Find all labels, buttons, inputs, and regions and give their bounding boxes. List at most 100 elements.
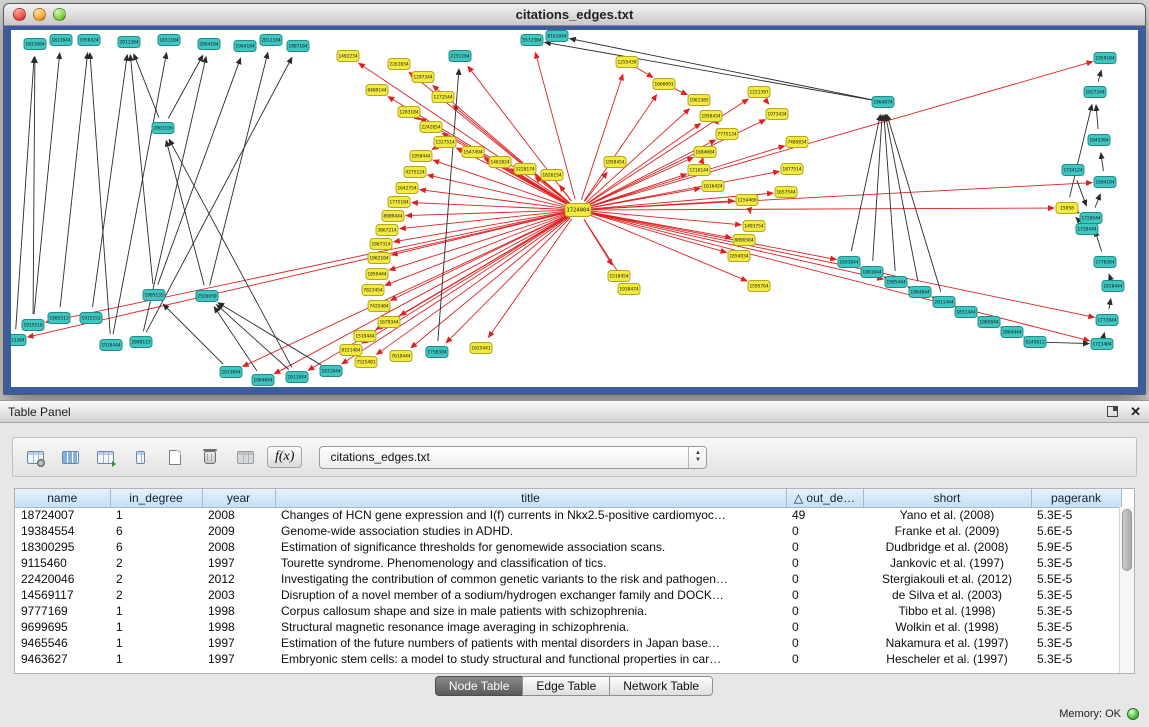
column-header-name[interactable]: name <box>15 489 110 507</box>
graph-node[interactable]: 1964844 <box>909 287 931 298</box>
graph-node[interactable]: 1297344 <box>412 72 434 83</box>
graph-node[interactable]: 1964874 <box>872 97 894 108</box>
graph-node[interactable]: 1958444 <box>410 151 432 162</box>
table-row[interactable]: 911546021997Tourette syndrome. Phenomeno… <box>15 555 1121 571</box>
graph-node[interactable]: 1059444 <box>366 269 388 280</box>
graph-node[interactable]: 9245012 <box>1024 337 1046 348</box>
close-panel-icon[interactable]: ✕ <box>1130 405 1141 418</box>
graph-node[interactable]: 2011304 <box>118 37 140 48</box>
graph-node[interactable]: 1775184 <box>388 197 410 208</box>
graph-node[interactable]: 1958434 <box>700 111 722 122</box>
graph-node[interactable]: 1905444 <box>885 277 907 288</box>
graph-node[interactable]: 2011844 <box>286 372 308 383</box>
graph-node[interactable]: 1657544 <box>775 187 797 198</box>
graph-node[interactable]: 7619444 <box>390 351 412 362</box>
graph-node[interactable]: 1811044 <box>50 35 72 46</box>
function-builder-button[interactable]: f(x) <box>267 446 302 468</box>
graph-node[interactable]: 1854934 <box>728 251 750 262</box>
graph-node[interactable]: 1964104 <box>234 41 256 52</box>
table-row[interactable]: 1830029562008Estimation of significance … <box>15 539 1121 555</box>
graph-node[interactable]: 1461824 <box>489 157 511 168</box>
graph-node[interactable]: 1616424 <box>702 181 724 192</box>
zoom-window-icon[interactable] <box>53 8 66 21</box>
table-row[interactable]: 1872400712008Changes of HCN gene express… <box>15 507 1121 523</box>
graph-node[interactable]: 1283184 <box>398 107 420 118</box>
graph-node[interactable]: 1867314 <box>370 239 392 250</box>
graph-node[interactable]: 1881044 <box>861 267 883 278</box>
graph-node[interactable]: 1625441 <box>470 343 492 354</box>
table-row[interactable]: 969969511998Structural magnetic resonanc… <box>15 619 1121 635</box>
float-panel-icon[interactable] <box>1107 406 1118 417</box>
graph-node[interactable]: 1154469 <box>736 195 758 206</box>
graph-node[interactable]: 1547494 <box>462 147 484 158</box>
table-row[interactable]: 2242004622012Investigating the contribut… <box>15 571 1121 587</box>
graph-node[interactable]: 1720444 <box>1076 224 1098 235</box>
graph-node[interactable]: 1772044 <box>1096 315 1118 326</box>
graph-node[interactable]: 1327514 <box>434 137 456 148</box>
column-header-year[interactable]: year <box>202 489 275 507</box>
import-table-button[interactable] <box>232 444 258 470</box>
graph-node[interactable]: 5572304 <box>521 35 543 46</box>
minimize-window-icon[interactable] <box>33 8 46 21</box>
graph-node[interactable]: 1642754 <box>396 183 418 194</box>
graph-node[interactable]: 1961385 <box>688 95 710 106</box>
graph-node[interactable]: 1693044 <box>838 257 860 268</box>
graph-node[interactable]: 1845304 <box>1088 135 1110 146</box>
graph-node[interactable]: 1402234 <box>337 51 359 62</box>
scrollbar-thumb[interactable] <box>1122 509 1132 571</box>
tab-network-table[interactable]: Network Table <box>609 676 713 696</box>
table-row[interactable]: 1938455462009Genome-wide association stu… <box>15 523 1121 539</box>
graph-node[interactable]: 1493754 <box>743 221 765 232</box>
tab-node-table[interactable]: Node Table <box>435 676 524 696</box>
column-header-in-degree[interactable]: in_degree <box>110 489 202 507</box>
graph-node[interactable]: 2011104 <box>260 35 282 46</box>
graph-node[interactable]: 1958424 <box>78 35 100 46</box>
graph-node[interactable]: 2090115 <box>130 337 152 348</box>
table-scrollbar[interactable] <box>1119 507 1134 673</box>
graph-node[interactable]: 1519444 <box>354 331 376 342</box>
graph-node[interactable]: 1626154 <box>541 170 563 181</box>
graph-node[interactable]: 1810444 <box>1102 281 1124 292</box>
graph-node[interactable]: 8409144 <box>366 85 388 96</box>
table-row[interactable]: 946362711997Embryonic stem cells: a mode… <box>15 651 1121 667</box>
new-column-button[interactable] <box>162 444 188 470</box>
delete-column-button[interactable] <box>197 444 223 470</box>
graph-node[interactable]: 7775134 <box>716 129 738 140</box>
graph-node[interactable]: 1907104 <box>287 41 309 52</box>
graph-node[interactable]: 2261034 <box>388 59 410 70</box>
graph-node[interactable]: 7823454 <box>362 285 384 296</box>
row-options-button[interactable] <box>127 444 153 470</box>
graph-node[interactable]: 2064104 <box>198 39 220 50</box>
graph-node[interactable]: 2064444 <box>1001 327 1023 338</box>
graph-node[interactable]: 1221397 <box>748 87 770 98</box>
select-columns-button[interactable] <box>92 444 118 470</box>
graph-node[interactable]: 1973434 <box>766 109 788 120</box>
graph-node[interactable]: 1964044 <box>252 375 274 386</box>
graph-node[interactable]: 1750304 <box>426 347 448 358</box>
graph-node[interactable]: 1915518 <box>22 320 44 331</box>
graph-node[interactable]: 1216144 <box>688 165 710 176</box>
graph-node[interactable]: 1723404 <box>1091 339 1113 350</box>
graph-node[interactable]: 3220174 <box>514 164 536 175</box>
graph-node[interactable]: 2242054 <box>420 122 442 133</box>
graph-node[interactable]: 2291164 <box>449 51 471 62</box>
graph-node[interactable]: 8909444 <box>382 211 404 222</box>
graph-node[interactable]: 1831444 <box>955 307 977 318</box>
table-mode-button[interactable] <box>22 444 48 470</box>
tab-edge-table[interactable]: Edge Table <box>522 676 610 696</box>
graph-node[interactable]: 1827344 <box>1084 87 1106 98</box>
graph-node[interactable]: 4275124 <box>404 167 426 178</box>
graph-node[interactable]: 1684604 <box>694 147 716 158</box>
table-row[interactable]: 977716911998Corpus callosum shape and si… <box>15 603 1121 619</box>
graph-node[interactable]: 1962104 <box>368 253 390 264</box>
graph-node[interactable]: 7525401 <box>355 357 377 368</box>
network-canvas[interactable]: 1831604181104419584242011304183110420641… <box>11 30 1138 387</box>
show-columns-button[interactable] <box>57 444 83 470</box>
graph-node[interactable]: 2033044 <box>220 367 242 378</box>
graph-node[interactable]: 1734124 <box>1062 165 1084 176</box>
table-row[interactable]: 1456911722003Disruption of a novel membe… <box>15 587 1121 603</box>
graph-node[interactable]: 2526650 <box>196 291 218 302</box>
graph-node[interactable]: 1831604 <box>24 39 46 50</box>
graph-node[interactable]: 3067214 <box>376 225 398 236</box>
graph-node[interactable]: 1255439 <box>616 57 638 68</box>
